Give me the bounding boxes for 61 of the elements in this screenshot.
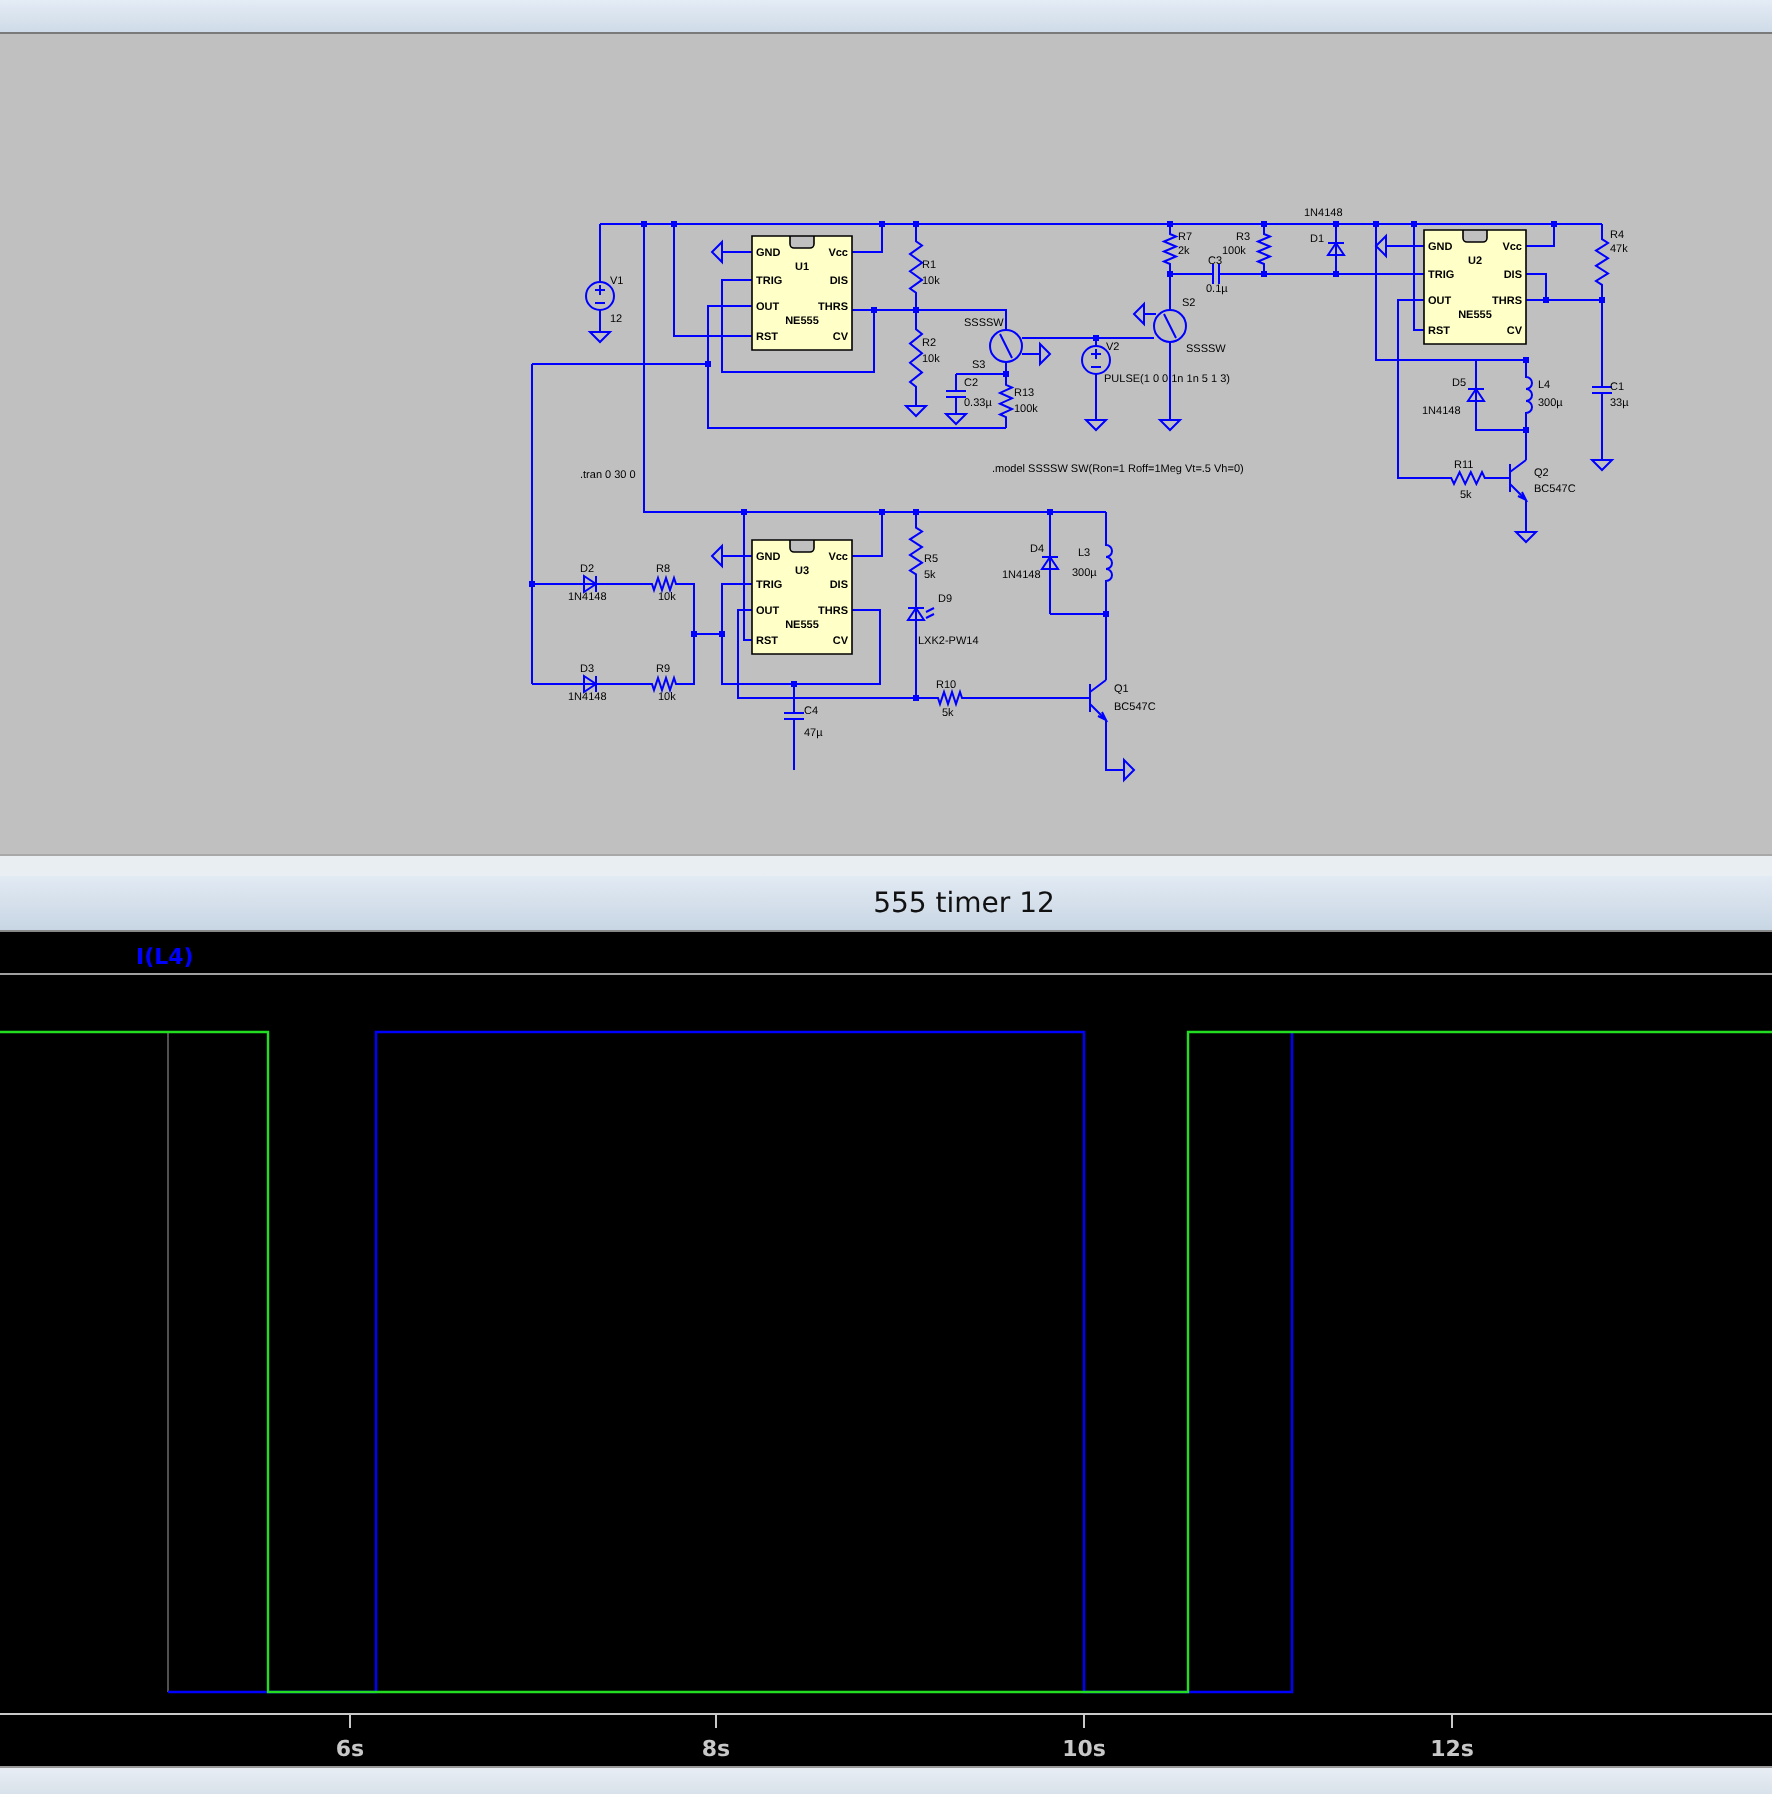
wire xyxy=(1601,399,1603,461)
switch-icon xyxy=(1153,309,1187,343)
led-icon xyxy=(907,595,935,633)
resistor-icon xyxy=(1161,223,1179,275)
capacitor-icon xyxy=(1591,379,1613,401)
wire xyxy=(1169,341,1171,421)
voltage-source-icon xyxy=(585,281,615,311)
wire xyxy=(599,309,601,333)
resistor-icon xyxy=(1255,223,1273,275)
ground-icon xyxy=(587,331,613,344)
transistor-icon xyxy=(1509,459,1529,503)
resistor-icon xyxy=(643,574,685,594)
ground-icon xyxy=(1374,233,1387,259)
ic-chip xyxy=(751,539,853,655)
resistor-icon xyxy=(1594,223,1610,301)
window-title: 555 timer 12 xyxy=(873,887,1055,919)
resistor-icon xyxy=(997,373,1015,429)
diode-icon xyxy=(1041,511,1060,615)
ic-chip xyxy=(751,235,853,351)
wire xyxy=(969,697,1091,699)
ground-icon xyxy=(1039,341,1052,367)
diode-icon xyxy=(1467,365,1486,425)
splitter-bar[interactable] xyxy=(0,854,1772,876)
wire xyxy=(603,583,645,585)
ground-icon xyxy=(903,405,929,418)
diode-icon xyxy=(575,575,605,594)
wire xyxy=(603,683,645,685)
transistor-icon xyxy=(1089,679,1109,723)
diode-icon xyxy=(1327,223,1346,275)
inductor-icon xyxy=(1525,359,1533,431)
wire xyxy=(1525,499,1527,533)
wire xyxy=(915,589,917,597)
resistor-icon xyxy=(908,511,924,591)
switch-icon xyxy=(989,329,1023,363)
ground-icon xyxy=(1513,531,1539,544)
ground-icon xyxy=(710,543,723,569)
ground-icon xyxy=(943,413,969,426)
wire xyxy=(1143,313,1157,315)
trace-label: I(L4) xyxy=(136,944,194,970)
axis-tick-label: 8s xyxy=(701,1736,731,1762)
resistor-icon xyxy=(643,674,685,694)
capacitor-icon xyxy=(1199,263,1233,285)
ic-chip xyxy=(1423,229,1527,345)
resistor-icon xyxy=(1439,469,1497,487)
resistor-icon xyxy=(929,688,971,708)
diode-icon xyxy=(575,675,605,694)
ground-icon xyxy=(1083,419,1109,432)
wire xyxy=(1105,719,1125,771)
axis-tick-label: 6s xyxy=(335,1736,365,1762)
ground-icon xyxy=(1123,757,1136,783)
axis-tick-label: 12s xyxy=(1430,1736,1474,1762)
capacitor-icon xyxy=(783,707,805,725)
wire xyxy=(793,723,795,771)
inductor-icon xyxy=(1105,511,1113,615)
ground-icon xyxy=(1157,419,1183,432)
ground-icon xyxy=(1589,459,1615,472)
capacitor-icon xyxy=(945,373,967,415)
axis-tick-label: 10s xyxy=(1062,1736,1106,1762)
ground-icon xyxy=(1132,301,1145,327)
ground-icon xyxy=(710,239,723,265)
wire xyxy=(1495,477,1511,479)
